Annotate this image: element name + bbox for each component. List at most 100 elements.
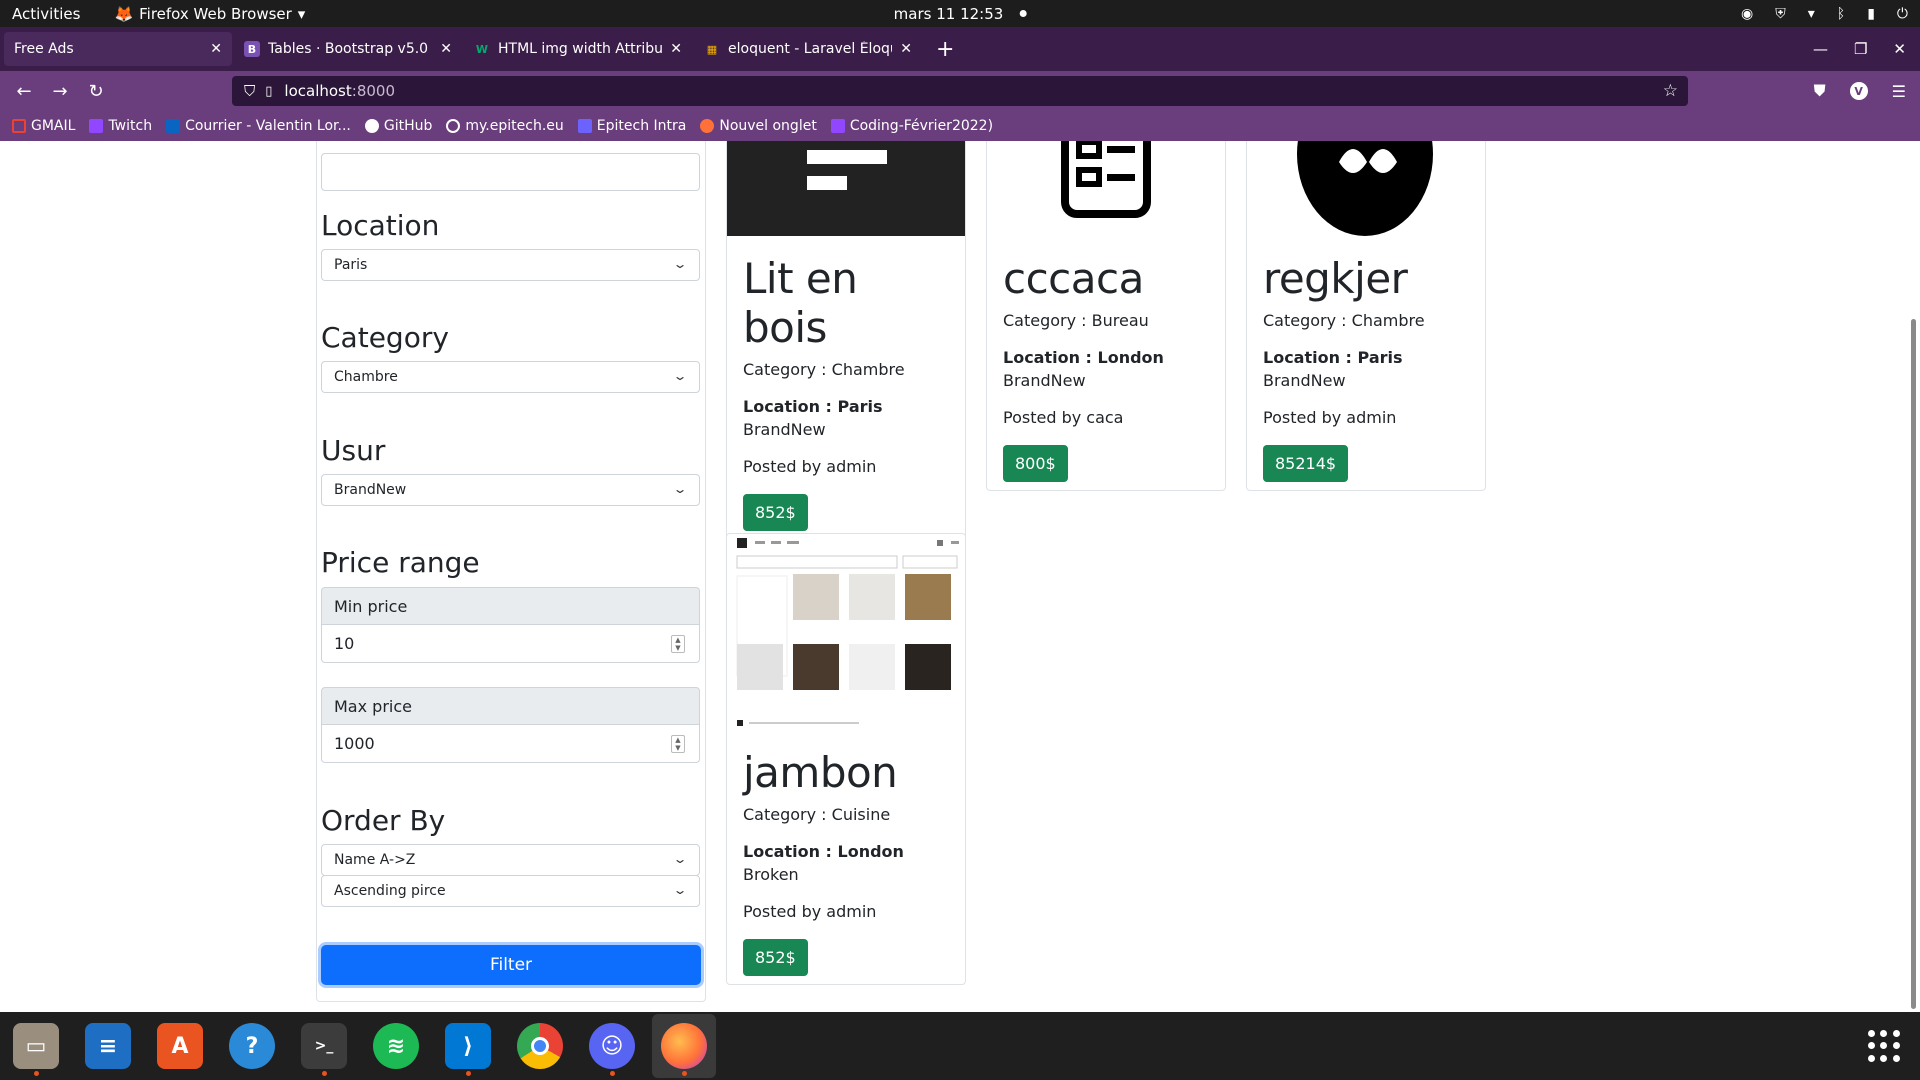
order-price-value: Ascending pirce [334, 883, 446, 899]
ad-state: BrandNew [743, 420, 826, 439]
order-name-value: Name A->Z [334, 852, 416, 868]
dock-help[interactable]: ? [220, 1014, 284, 1078]
back-icon[interactable]: ← [6, 81, 42, 102]
hamburger-menu-icon[interactable]: ☰ [1892, 82, 1906, 101]
ad-state: Broken [743, 865, 799, 884]
app-menu[interactable]: 🦊 Firefox Web Browser ▾ [114, 5, 305, 23]
files-icon: ▭ [13, 1023, 59, 1069]
chevron-down-icon: ⌄ [672, 852, 688, 866]
category-select[interactable]: Chambre ⌄ [321, 361, 700, 393]
bookmarks-bar: GMAIL Twitch Courrier - Valentin Lor... … [0, 111, 1920, 141]
ad-card[interactable]: regkjer Category : Chambre Location : Pa… [1246, 141, 1486, 491]
close-tab-icon[interactable]: ✕ [210, 41, 222, 57]
reload-icon[interactable]: ↻ [78, 81, 114, 102]
dock-firefox[interactable] [652, 1014, 716, 1078]
discord-tray-icon[interactable]: ◉ [1741, 6, 1753, 22]
dock-software[interactable]: A [148, 1014, 212, 1078]
system-top-bar: Activities 🦊 Firefox Web Browser ▾ mars … [0, 0, 1920, 27]
spinner-icon[interactable]: ▲ ▼ [671, 735, 685, 753]
price-badge[interactable]: 85214$ [1263, 445, 1349, 482]
close-tab-icon[interactable]: ✕ [670, 41, 682, 57]
bookmark-star-icon[interactable]: ☆ [1663, 81, 1678, 101]
tab-stackoverflow[interactable]: ▦ eloquent - Laravel Éloque ✕ [694, 32, 922, 66]
dock-writer[interactable]: ≡ [76, 1014, 140, 1078]
price-badge[interactable]: 852$ [743, 494, 808, 531]
dock-spotify[interactable]: ≋ [364, 1014, 428, 1078]
bookmark-nouvel-onglet[interactable]: Nouvel onglet [700, 118, 817, 134]
shield-tray-icon[interactable]: ⛨ [1775, 6, 1786, 22]
ad-state: BrandNew [1003, 371, 1086, 390]
bookmark-outlook[interactable]: Courrier - Valentin Lor... [166, 118, 351, 134]
chevron-down-icon: ⌄ [672, 257, 688, 271]
w3schools-favicon-icon: W [475, 42, 489, 56]
ad-card[interactable]: jambon Category : Cuisine Location : Lon… [726, 533, 966, 985]
twitch-icon [89, 119, 104, 133]
page-scrollbar[interactable] [1911, 319, 1916, 1009]
bookmark-github[interactable]: GitHub [364, 118, 433, 134]
page-info-icon[interactable]: ▯ [265, 84, 272, 99]
minimize-icon[interactable]: — [1813, 40, 1828, 58]
bluetooth-icon[interactable]: ᛒ [1837, 6, 1845, 22]
price-badge[interactable]: 852$ [743, 939, 808, 976]
order-name-select[interactable]: Name A->Z ⌄ [321, 844, 700, 876]
page-content: Location Paris ⌄ Category Chambre ⌄ Usur… [0, 141, 1920, 1012]
min-price-input[interactable]: 10 ▲ ▼ [321, 625, 700, 663]
checklist-icon [1061, 141, 1151, 218]
running-indicator [609, 1071, 615, 1076]
account-avatar-icon[interactable]: V [1849, 82, 1868, 100]
location-select[interactable]: Paris ⌄ [321, 249, 700, 281]
url-host: localhost [284, 82, 352, 100]
url-text[interactable]: localhost:8000 [284, 82, 395, 100]
ad-card[interactable]: cccaca Category : Bureau Location : Lond… [986, 141, 1226, 491]
dock-terminal[interactable]: >_ [292, 1014, 356, 1078]
spinner-icon[interactable]: ▲ ▼ [671, 635, 685, 653]
max-price-input[interactable]: 1000 ▲ ▼ [321, 725, 700, 763]
terminal-icon: >_ [301, 1023, 347, 1069]
chevron-down-icon: ⌄ [672, 369, 688, 383]
battery-icon[interactable]: ▮ [1867, 6, 1875, 22]
show-apps-grid-icon[interactable] [1868, 1030, 1900, 1062]
bookmark-epitech-intra[interactable]: Epitech Intra [577, 118, 686, 134]
bookmark-gmail[interactable]: GMAIL [12, 118, 75, 134]
tab-w3schools[interactable]: W HTML img width Attribute ✕ [464, 32, 692, 66]
bookmark-coding[interactable]: Coding-Février2022) [830, 118, 993, 134]
order-price-select[interactable]: Ascending pirce ⌄ [321, 875, 700, 907]
running-indicator [465, 1071, 471, 1076]
bookmark-twitch[interactable]: Twitch [89, 118, 152, 134]
new-tab-icon[interactable]: + [936, 37, 954, 62]
ad-title: jambon [743, 748, 898, 797]
filter-button[interactable]: Filter [321, 945, 701, 985]
stackoverflow-favicon-icon: ▦ [706, 42, 718, 56]
usur-select[interactable]: BrandNew ⌄ [321, 474, 700, 506]
price-badge[interactable]: 800$ [1003, 445, 1068, 482]
ad-posted-by: Posted by admin [743, 457, 877, 476]
clock[interactable]: mars 11 12:53 [894, 5, 1027, 23]
clock-label: mars 11 12:53 [893, 4, 1004, 23]
power-icon[interactable]: ⏻ [1897, 6, 1908, 22]
close-tab-icon[interactable]: ✕ [900, 41, 912, 57]
bookmark-my-epitech[interactable]: my.epitech.eu [446, 118, 564, 134]
close-tab-icon[interactable]: ✕ [440, 41, 452, 57]
close-window-icon[interactable]: ✕ [1893, 40, 1906, 58]
tracking-shield-icon[interactable]: ⛉ [244, 82, 255, 100]
dock-chrome[interactable] [508, 1014, 572, 1078]
outlook-icon [166, 119, 181, 133]
wifi-icon[interactable]: ▾ [1808, 6, 1815, 22]
dock-files[interactable]: ▭ [4, 1014, 68, 1078]
ad-card[interactable]: Lit en bois Category : Chambre Location … [726, 141, 966, 540]
search-input[interactable] [321, 153, 700, 191]
pocket-icon[interactable]: ⛊ [1814, 81, 1826, 101]
dock-vscode[interactable]: ⟩ [436, 1014, 500, 1078]
tab-free-ads[interactable]: Free Ads ✕ [4, 32, 232, 66]
forward-icon[interactable]: → [42, 81, 78, 102]
tab-bootstrap[interactable]: B Tables · Bootstrap v5.0 ✕ [234, 32, 462, 66]
ad-posted-by: Posted by admin [743, 902, 877, 921]
restore-icon[interactable]: ❐ [1854, 40, 1867, 58]
dock: ▭ ≡ A ? >_ ≋ ⟩ ☺ [0, 1012, 1920, 1080]
running-indicator [33, 1071, 39, 1076]
system-tray[interactable]: ◉ ⛨ ▾ ᛒ ▮ ⏻ [1741, 6, 1908, 22]
url-bar[interactable]: ⛉ ▯ localhost:8000 ☆ [232, 76, 1688, 106]
activities-button[interactable]: Activities [12, 5, 80, 23]
dock-discord[interactable]: ☺ [580, 1014, 644, 1078]
bookmark-label: GitHub [383, 118, 433, 134]
